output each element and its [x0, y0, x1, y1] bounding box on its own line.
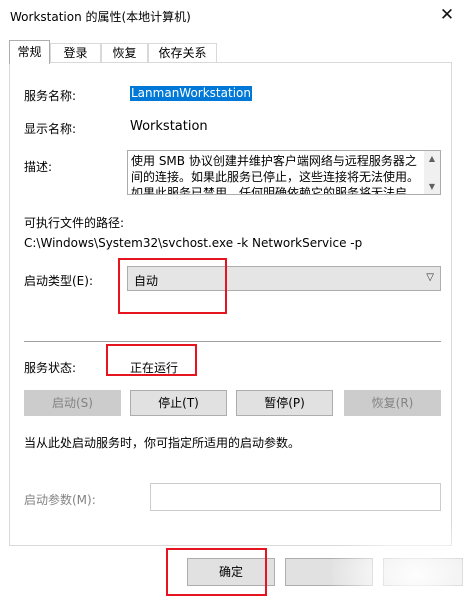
chevron-down-icon: ▽ — [426, 272, 434, 283]
description-box[interactable]: 使用 SMB 协议创建并维护客户端网络与远程服务器之间的连接。如果此服务已停止，… — [127, 150, 441, 195]
window-title: Workstation 的属性(本地计算机) — [10, 10, 191, 24]
ok-button[interactable]: 确定 — [187, 558, 275, 586]
resume-button[interactable]: 恢复(R) — [344, 390, 441, 416]
description-text: 使用 SMB 协议创建并维护客户端网络与远程服务器之间的连接。如果此服务已停止，… — [131, 154, 420, 195]
display-name-label: 显示名称: — [24, 122, 77, 136]
separator — [24, 341, 441, 342]
apply-button[interactable] — [383, 558, 463, 586]
pause-button[interactable]: 暂停(P) — [236, 390, 333, 416]
scroll-up-icon[interactable]: ▲ — [427, 154, 437, 164]
tab-recovery[interactable]: 恢复 — [101, 43, 148, 63]
service-status-label: 服务状态: — [24, 361, 77, 375]
start-params-label: 启动参数(M): — [24, 493, 96, 507]
service-status-value: 正在运行 — [130, 361, 179, 375]
stop-button[interactable]: 停止(T) — [130, 390, 227, 416]
description-label: 描述: — [24, 160, 53, 174]
start-params-input[interactable] — [150, 483, 441, 511]
title-bar[interactable]: Workstation 的属性(本地计算机) ✕ — [0, 0, 472, 32]
cancel-button[interactable] — [285, 558, 373, 586]
display-name-value[interactable]: Workstation — [130, 119, 208, 134]
startup-type-value: 自动 — [134, 274, 159, 288]
exe-path-value: C:\Windows\System32\svchost.exe -k Netwo… — [24, 236, 363, 250]
startup-type-select[interactable]: 自动 ▽ — [127, 266, 441, 291]
close-icon[interactable]: ✕ — [436, 4, 458, 26]
start-button[interactable]: 启动(S) — [24, 390, 121, 416]
description-scrollbar[interactable]: ▲ ▼ — [424, 151, 440, 194]
tab-general[interactable]: 常规 — [9, 40, 50, 64]
service-name-value[interactable]: LanmanWorkstation — [130, 86, 252, 101]
exe-path-label: 可执行文件的路径: — [24, 216, 125, 230]
start-params-hint: 当从此处启动服务时，你可指定所适用的启动参数。 — [24, 436, 301, 450]
tab-logon[interactable]: 登录 — [50, 43, 101, 63]
scroll-down-icon[interactable]: ▼ — [427, 182, 437, 192]
startup-type-label: 启动类型(E): — [24, 274, 93, 288]
service-name-label: 服务名称: — [24, 89, 77, 103]
tab-dependencies[interactable]: 依存关系 — [148, 43, 217, 63]
